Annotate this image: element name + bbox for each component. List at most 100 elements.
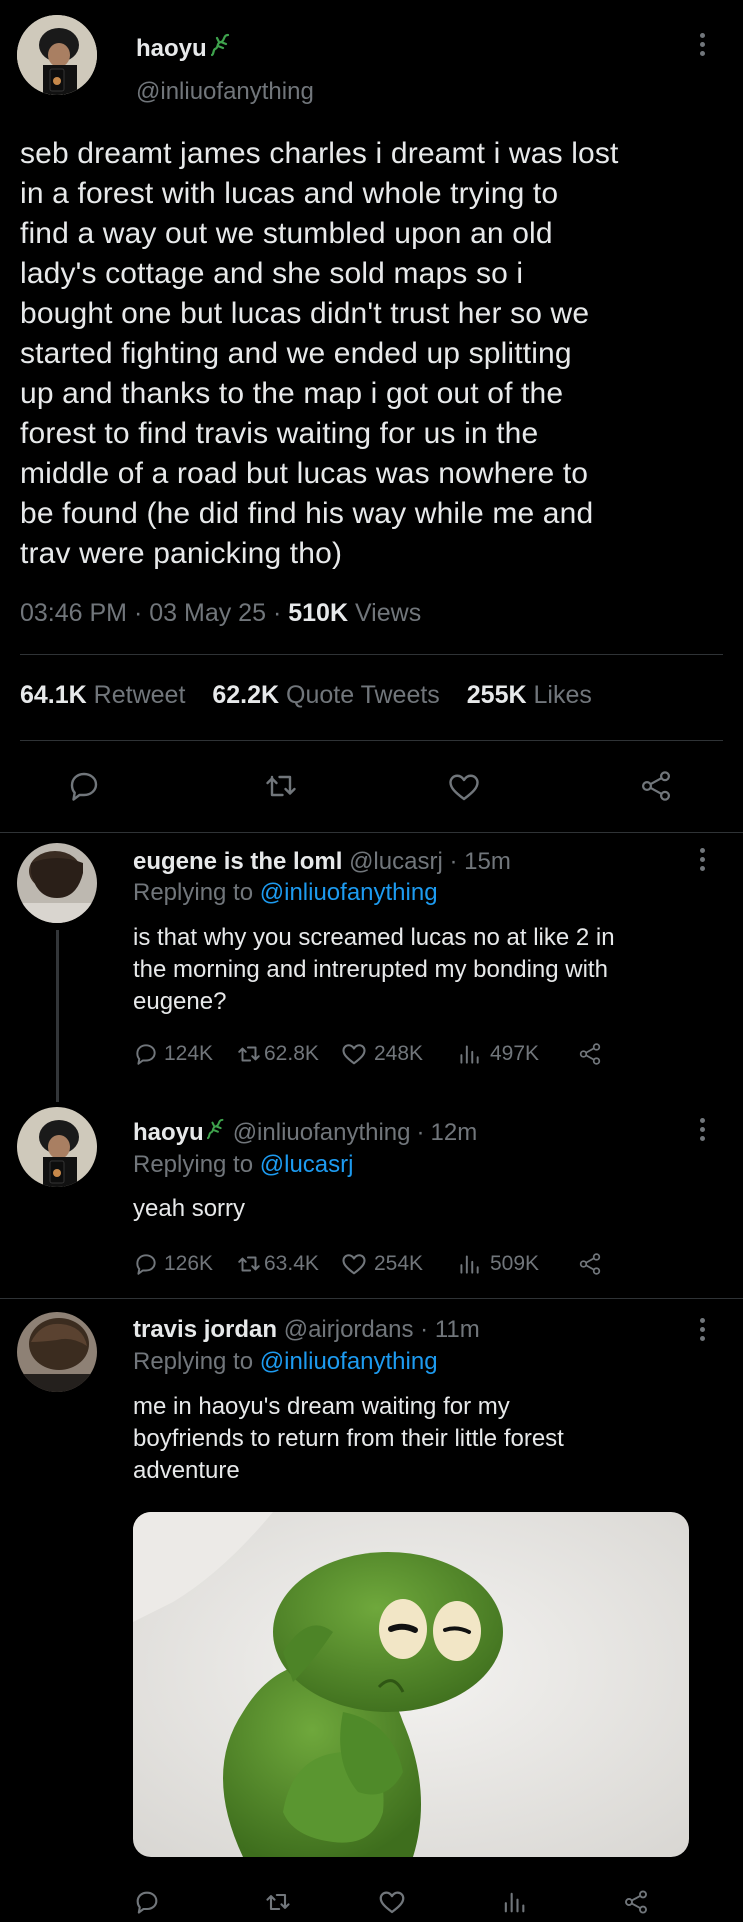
views-count: 509K (490, 1252, 540, 1275)
bar-chart-icon (456, 1251, 482, 1277)
reply-author-handle[interactable]: @airjordans (284, 1316, 414, 1343)
replying-to: Replying to @inliuofanything (133, 1348, 438, 1376)
retweet-count: 63.4K (264, 1252, 319, 1275)
retweet-button[interactable]: 62.8K (236, 1041, 340, 1067)
views-label: Views (354, 599, 422, 627)
tweet-date: 03 May 25 (149, 599, 266, 627)
more-vertical-icon[interactable] (700, 848, 708, 875)
reply-text: is that why you screamed lucas no at lik… (133, 924, 615, 1015)
bar-chart-icon (456, 1041, 482, 1067)
like-button[interactable]: 248K (340, 1040, 456, 1068)
more-vertical-icon[interactable] (700, 1118, 708, 1145)
replying-to: Replying to @inliuofanything (133, 879, 438, 907)
green-lizard-icon (206, 1118, 227, 1147)
views-count: 510K (288, 599, 348, 627)
views-button[interactable]: 509K (456, 1251, 577, 1277)
share-icon (577, 1041, 603, 1067)
replying-label: Replying to (133, 1151, 254, 1178)
retweets-count: 64.1K (20, 681, 87, 709)
views-count: 497K (490, 1042, 540, 1065)
share-icon[interactable] (622, 1888, 650, 1921)
quotes-count: 62.2K (212, 681, 280, 709)
author-name[interactable]: haoyu (136, 35, 207, 63)
like-count: 248K (374, 1042, 424, 1065)
like-count: 254K (374, 1252, 424, 1275)
more-vertical-icon[interactable] (700, 1318, 708, 1345)
reply-button[interactable]: 126K (133, 1251, 236, 1277)
share-icon[interactable] (638, 768, 674, 809)
share-button[interactable] (577, 1041, 603, 1067)
likes-label: Likes (533, 681, 592, 709)
bar-chart-icon[interactable] (500, 1888, 528, 1921)
comment-icon[interactable] (133, 1888, 161, 1921)
retweets-stat[interactable]: 64.1K Retweet (20, 681, 185, 709)
green-lizard-icon (210, 33, 233, 64)
tweet-time: 03:46 PM (20, 599, 128, 627)
divider (20, 654, 723, 655)
reply-author-name[interactable]: eugene is the loml (133, 848, 342, 875)
comment-icon (133, 1041, 159, 1067)
retweet-icon (236, 1251, 262, 1277)
heart-icon (340, 1250, 368, 1278)
reply-header: haoyu @inliuofanything · 12m (133, 1118, 477, 1147)
replying-to-handle[interactable]: @inliuofanything (260, 879, 438, 906)
retweets-label: Retweet (93, 681, 186, 709)
reply-text: me in haoyu's dream waiting for my boyfr… (133, 1393, 564, 1484)
heart-icon[interactable] (446, 769, 482, 810)
author-handle[interactable]: @inliuofanything (136, 78, 314, 106)
reply-text: yeah sorry (133, 1195, 246, 1222)
separator: · (420, 1316, 429, 1343)
reply-avatar[interactable] (17, 843, 97, 923)
reply-button[interactable]: 124K (133, 1041, 236, 1067)
quotes-label: Quote Tweets (286, 681, 440, 709)
tweet-text: seb dreamt james charles i dreamt i was … (20, 137, 619, 570)
thread-line (56, 930, 59, 1102)
reply-author-handle[interactable]: @lucasrj (349, 848, 443, 875)
retweet-button[interactable]: 63.4K (236, 1251, 340, 1277)
divider (0, 832, 743, 833)
reply-time[interactable]: 15m (464, 848, 511, 875)
reply-author-handle[interactable]: @inliuofanything (233, 1119, 411, 1147)
more-vertical-icon[interactable] (700, 33, 708, 60)
share-icon (577, 1251, 603, 1277)
divider (20, 740, 723, 741)
reply-author-name[interactable]: haoyu (133, 1119, 204, 1147)
reply-avatar[interactable] (17, 1107, 97, 1187)
share-button[interactable] (577, 1251, 603, 1277)
reply-header: travis jordan @airjordans · 11m (133, 1316, 480, 1344)
replying-label: Replying to (133, 1348, 254, 1375)
separator: · (449, 848, 458, 875)
likes-count: 255K (466, 681, 527, 709)
comment-icon[interactable] (66, 768, 102, 809)
attached-image[interactable] (133, 1512, 689, 1857)
author-name-row[interactable]: haoyu (136, 33, 233, 64)
replying-to-handle[interactable]: @inliuofanything (260, 1348, 438, 1375)
reply-time[interactable]: 12m (431, 1119, 478, 1147)
reply-header: eugene is the loml @lucasrj · 15m (133, 848, 511, 876)
reply-author-name[interactable]: travis jordan (133, 1316, 277, 1343)
tweet-meta: 03:46 PM · 03 May 25 · 510K Views (20, 599, 421, 628)
reply-count: 126K (164, 1252, 214, 1275)
like-button[interactable]: 254K (340, 1250, 456, 1278)
comment-icon (133, 1251, 159, 1277)
engagement-stats: 64.1K Retweet 62.2K Quote Tweets 255K Li… (20, 681, 592, 710)
reply-actions: 126K 63.4K 254K 509K (133, 1250, 603, 1278)
quotes-stat[interactable]: 62.2K Quote Tweets (212, 681, 439, 709)
views-button[interactable]: 497K (456, 1041, 577, 1067)
heart-icon[interactable] (377, 1887, 407, 1922)
divider (0, 1298, 743, 1299)
reply-count: 124K (164, 1042, 214, 1065)
retweet-icon[interactable] (263, 768, 299, 809)
retweet-icon[interactable] (264, 1888, 292, 1921)
separator: · (272, 599, 282, 627)
heart-icon (340, 1040, 368, 1068)
replying-to-handle[interactable]: @lucasrj (260, 1151, 354, 1178)
retweet-icon (236, 1041, 262, 1067)
likes-stat[interactable]: 255K Likes (467, 681, 592, 709)
reply-time[interactable]: 11m (435, 1316, 480, 1343)
reply-actions: 124K 62.8K 248K 497K (133, 1040, 603, 1068)
reply-avatar[interactable] (17, 1312, 97, 1392)
author-avatar[interactable] (17, 15, 97, 95)
separator: · (416, 1118, 425, 1146)
retweet-count: 62.8K (264, 1042, 319, 1065)
